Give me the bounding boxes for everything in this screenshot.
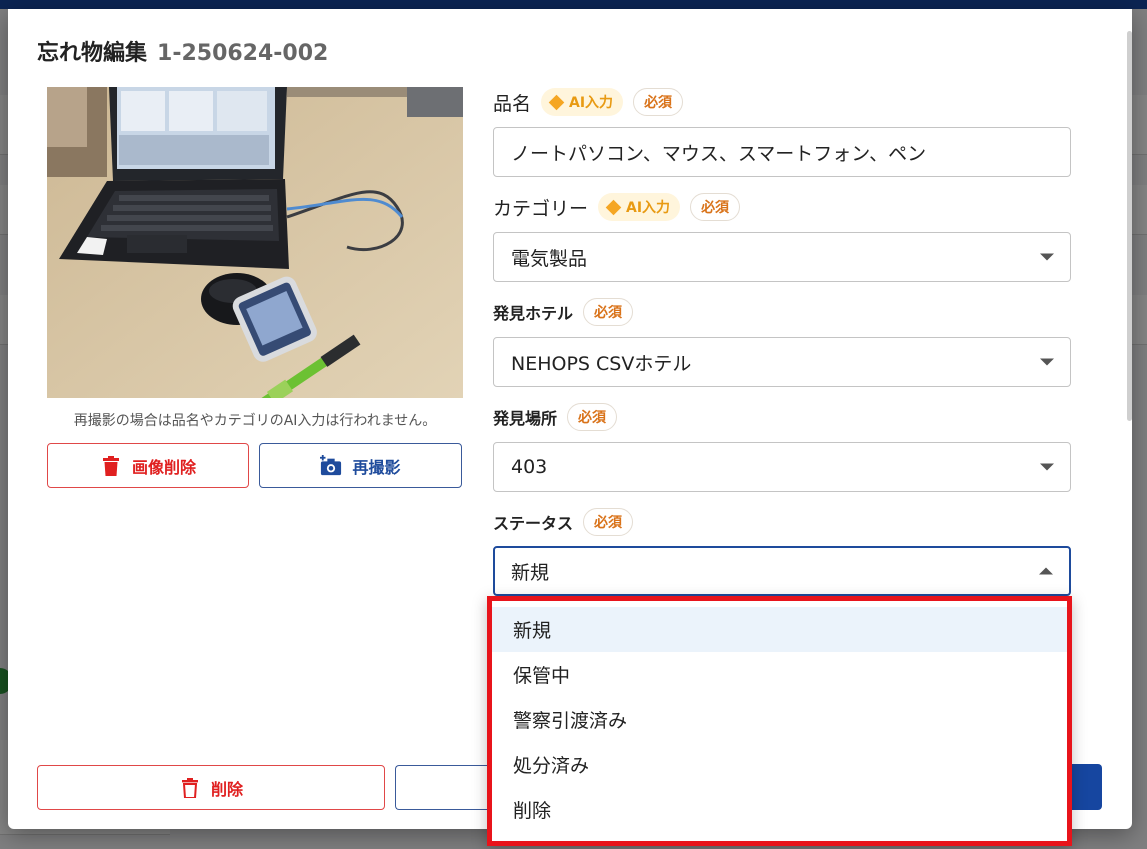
category-value: 電気製品 <box>511 247 588 270</box>
required-badge: 必須 <box>583 298 634 326</box>
status-dropdown-menu: 新規 保管中 警察引渡済み 処分済み 削除 <box>487 596 1072 846</box>
item-photo <box>47 87 463 398</box>
delete-image-label: 画像削除 <box>131 457 196 477</box>
required-badge: 必須 <box>583 508 634 536</box>
diamond-icon <box>605 199 622 215</box>
trash-outline-icon <box>179 777 201 799</box>
item-name-value: ノートパソコン、マウス、スマートフォン、ペン <box>511 142 927 165</box>
dialog-title-text: 忘れ物編集 <box>37 41 148 66</box>
hotel-select[interactable]: NEHOPS CSVホテル <box>493 337 1071 387</box>
chevron-up-icon <box>1039 567 1053 575</box>
status-options-list: 新規 保管中 警察引渡済み 処分済み 削除 <box>492 601 1067 832</box>
ai-input-badge: AI入力 <box>598 193 681 221</box>
required-badge: 必須 <box>567 403 618 431</box>
hotel-value: NEHOPS CSVホテル <box>511 352 692 375</box>
hotel-label: 発見ホテル <box>493 304 574 323</box>
retake-note: 再撮影の場合は品名やカテゴリのAI入力は行われません。 <box>73 413 437 429</box>
ai-input-badge: AI入力 <box>541 88 624 116</box>
retake-photo-button[interactable]: 再撮影 <box>259 443 462 488</box>
status-label-row: ステータス 必須 <box>493 508 634 536</box>
status-option-in-storage[interactable]: 保管中 <box>492 652 1067 697</box>
required-badge: 必須 <box>690 193 741 221</box>
status-value: 新規 <box>511 561 550 584</box>
status-option-new[interactable]: 新規 <box>492 607 1067 652</box>
location-value: 403 <box>511 456 548 478</box>
dialog-title: 忘れ物編集 1-250624-002 <box>37 35 328 67</box>
location-label: 発見場所 <box>493 409 558 428</box>
status-label: ステータス <box>493 514 574 533</box>
delete-record-label: 削除 <box>210 779 243 799</box>
category-select[interactable]: 電気製品 <box>493 232 1071 282</box>
chevron-down-icon <box>1040 463 1054 471</box>
ai-badge-text: AI入力 <box>626 200 671 216</box>
item-name-label-row: 品名 AI入力 必須 <box>493 88 684 116</box>
chevron-down-icon <box>1040 253 1054 261</box>
add-camera-icon <box>320 454 342 477</box>
category-label-row: カテゴリー AI入力 必須 <box>493 193 741 221</box>
required-badge: 必須 <box>633 88 684 116</box>
status-option-handed-to-police[interactable]: 警察引渡済み <box>492 697 1067 742</box>
item-name-input[interactable]: ノートパソコン、マウス、スマートフォン、ペン <box>493 127 1071 177</box>
record-id: 1-250624-002 <box>157 41 329 66</box>
status-select[interactable]: 新規 <box>493 546 1071 596</box>
trash-icon <box>100 455 122 477</box>
chevron-down-icon <box>1040 358 1054 366</box>
location-label-row: 発見場所 必須 <box>493 403 618 431</box>
location-select[interactable]: 403 <box>493 442 1071 492</box>
hotel-label-row: 発見ホテル 必須 <box>493 298 634 326</box>
status-option-disposed[interactable]: 処分済み <box>492 742 1067 787</box>
diamond-icon <box>548 94 565 110</box>
category-label: カテゴリー <box>493 197 589 220</box>
retake-label: 再撮影 <box>352 457 401 477</box>
delete-record-button[interactable]: 削除 <box>37 765 385 810</box>
ai-badge-text: AI入力 <box>569 95 614 111</box>
status-option-deleted[interactable]: 削除 <box>492 787 1067 832</box>
dialog-scrollbar[interactable] <box>1127 31 1132 421</box>
delete-image-button[interactable]: 画像削除 <box>47 443 249 488</box>
item-name-label: 品名 <box>493 92 532 115</box>
